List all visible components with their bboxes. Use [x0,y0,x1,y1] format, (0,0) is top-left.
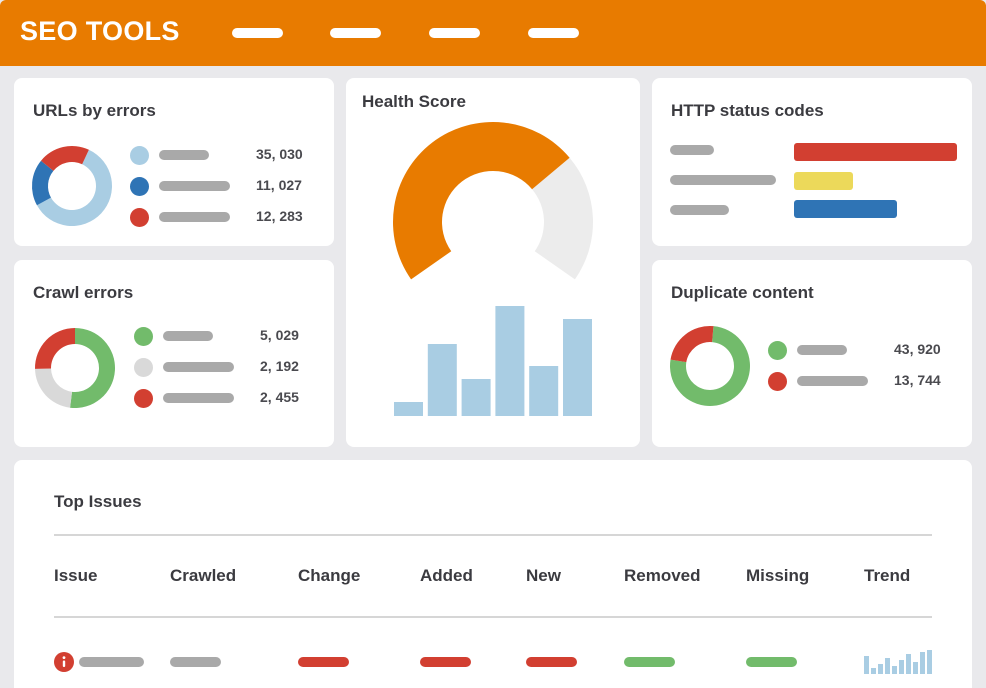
divider [54,534,932,536]
donut-slice [35,368,73,408]
brand-title: SEO TOOLS [20,16,180,46]
bar [394,402,423,416]
legend-value: 5, 029 [260,327,299,343]
nav-item-3[interactable] [429,28,480,38]
legend-dot [134,358,153,377]
legend-dot [130,208,149,227]
status-label-placeholder [670,205,729,215]
nav-item-2[interactable] [330,28,381,38]
crawl-errors-card: Crawl errors 5, 029 2, 192 2, 455 [14,260,334,447]
card-title: Crawl errors [33,283,134,302]
bar [427,344,457,416]
legend-label-placeholder [163,331,213,341]
legend-value: 11, 027 [256,177,302,193]
change-value-placeholder [298,657,349,667]
column-header-issue[interactable]: Issue [54,566,97,586]
column-header-crawled[interactable]: Crawled [170,566,236,586]
legend-dot [134,389,153,408]
column-header-removed[interactable]: Removed [624,566,701,586]
legend-label-placeholder [159,212,230,222]
legend-dot [130,146,149,165]
duplicate-donut-chart [670,326,750,406]
http-status-card: HTTP status codes [652,78,972,246]
duplicate-content-card: Duplicate content 43, 920 13, 744 [652,260,972,447]
bar [563,319,592,416]
legend-dot [134,327,153,346]
new-value-placeholder [526,657,577,667]
missing-value-placeholder [746,657,797,667]
legend-value: 12, 283 [256,208,303,224]
top-bar: SEO TOOLS [0,0,986,66]
card-title: Top Issues [54,492,142,511]
legend-dot [768,372,787,391]
top-issues-card: Top Issues Issue Crawled Change Added Ne… [14,460,972,688]
trend-sparkline [864,650,932,674]
donut-slice [70,328,115,408]
health-score-card: Health Score [346,78,640,447]
bar [461,379,491,416]
divider [54,616,932,618]
card-title: HTTP status codes [671,101,824,120]
column-header-missing[interactable]: Missing [746,566,809,586]
column-header-new[interactable]: New [526,566,561,586]
status-bar [794,172,853,190]
info-icon [54,652,74,672]
column-header-added[interactable]: Added [420,566,473,586]
legend-label-placeholder [159,150,209,160]
urls-donut-chart [31,146,112,226]
added-value-placeholder [420,657,471,667]
status-bar [794,200,897,218]
urls-by-errors-card: URLs by errors 35, 030 11, 027 12, 283 [14,78,334,246]
column-header-trend[interactable]: Trend [864,566,910,586]
bar [495,306,525,416]
legend-label-placeholder [797,345,847,355]
crawled-value-placeholder [170,657,221,667]
legend-value: 43, 920 [894,341,941,357]
legend-value: 2, 192 [260,358,299,374]
legend-label-placeholder [797,376,868,386]
issue-name-placeholder [79,657,144,667]
legend-label-placeholder [163,362,234,372]
legend-dot [768,341,787,360]
column-header-change[interactable]: Change [298,566,360,586]
status-bar [794,143,957,161]
legend-value: 13, 744 [894,372,941,388]
legend-value: 35, 030 [256,146,303,162]
legend-label-placeholder [163,393,234,403]
removed-value-placeholder [624,657,675,667]
bar [529,366,559,416]
card-title: Duplicate content [671,283,814,302]
status-label-placeholder [670,175,776,185]
crawl-donut-chart [35,328,115,408]
status-label-placeholder [670,145,714,155]
card-title: URLs by errors [33,101,156,120]
legend-dot [130,177,149,196]
nav-item-1[interactable] [232,28,283,38]
donut-slice [670,326,714,363]
health-bar-chart [394,306,592,416]
donut-slice [35,328,75,369]
legend-label-placeholder [159,181,230,191]
nav-item-4[interactable] [528,28,579,38]
legend-value: 2, 455 [260,389,299,405]
